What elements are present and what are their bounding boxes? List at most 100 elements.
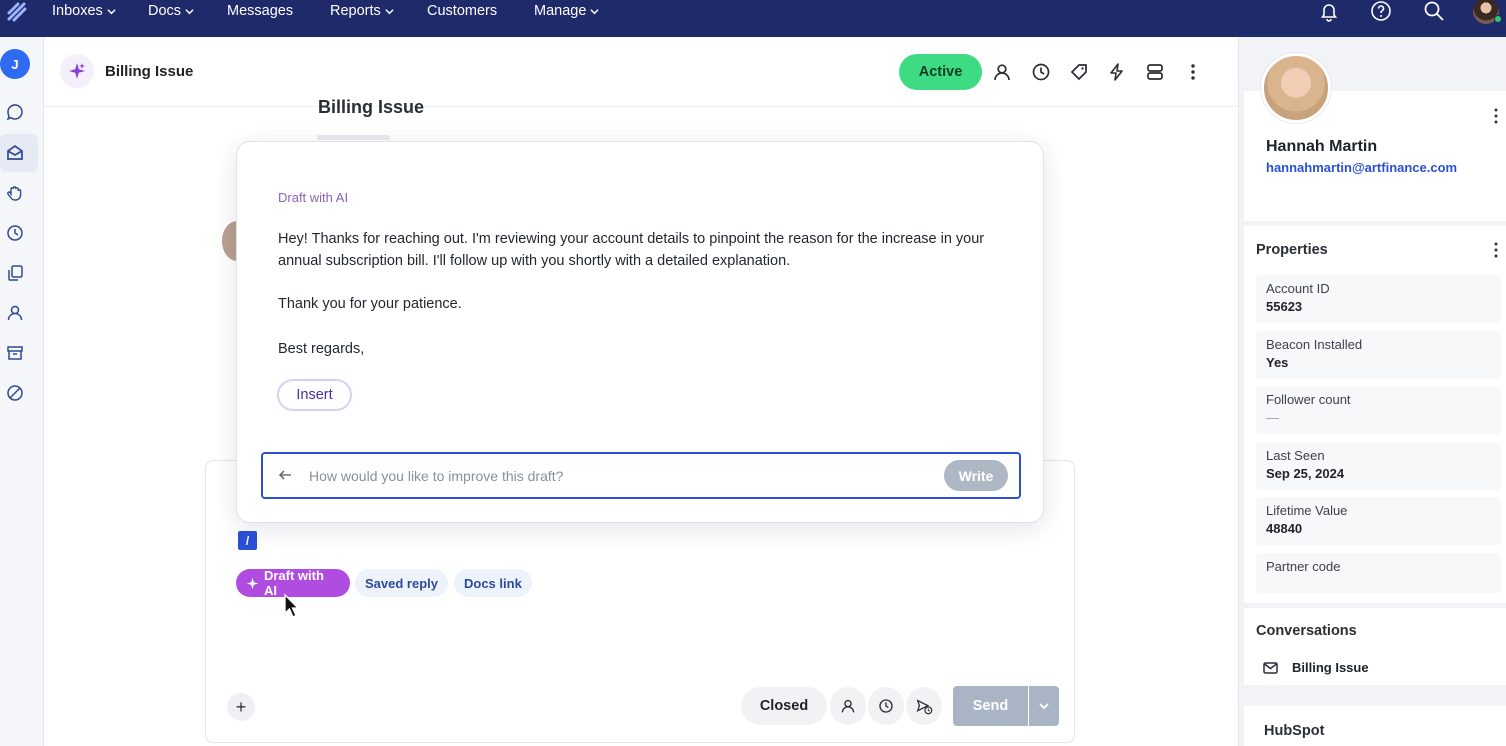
thread-subject: Billing Issue [318, 97, 425, 117]
spam-icon[interactable] [5, 383, 25, 403]
property-beacon-installed[interactable]: Beacon Installed Yes [1256, 331, 1501, 379]
back-arrow-icon[interactable] [277, 467, 293, 483]
docs-icon[interactable] [5, 263, 25, 283]
ai-draft-body: Hey! Thanks for reaching out. I'm review… [278, 231, 985, 269]
chevron-down-icon [1039, 703, 1049, 710]
more-vertical-icon[interactable] [1494, 108, 1498, 124]
property-label: Beacon Installed [1266, 337, 1363, 352]
property-label: Account ID [1266, 281, 1330, 296]
hand-icon[interactable] [5, 183, 25, 203]
slash-command-button[interactable]: / [238, 531, 257, 550]
chevron-down-icon [590, 8, 600, 14]
property-lifetime-value[interactable]: Lifetime Value 48840 [1256, 497, 1501, 545]
clock-icon [879, 699, 893, 713]
conversation-title: Billing Issue [105, 63, 194, 80]
send-later-icon [916, 698, 932, 714]
nav-messages[interactable]: Messages [227, 3, 293, 19]
docs-link-button[interactable]: Docs link [454, 569, 532, 597]
customer-email-link[interactable]: hannahmartin@artfinance.com [1266, 160, 1457, 175]
ai-sparkle-badge [60, 54, 94, 88]
conversation-main: Billing Issue Active Billing Issue / Dra… [44, 37, 1238, 746]
add-attachment-button[interactable]: + [227, 693, 255, 721]
snooze-button[interactable] [868, 687, 904, 725]
conversation-list-item[interactable]: Billing Issue [1263, 660, 1369, 675]
thread-divider [317, 135, 390, 140]
assign-person-icon[interactable] [992, 62, 1012, 82]
nav-docs-label: Docs [148, 3, 182, 19]
snooze-clock-icon[interactable] [1031, 62, 1051, 82]
helpscout-logo-icon[interactable] [6, 1, 28, 23]
schedule-send-button[interactable] [906, 687, 942, 725]
property-value: 55623 [1266, 299, 1303, 314]
improve-draft-input[interactable] [309, 463, 929, 489]
conversations-card: Conversations Billing Issue [1244, 608, 1506, 685]
bell-icon[interactable] [1318, 0, 1340, 22]
property-label: Lifetime Value [1266, 503, 1348, 518]
nav-manage[interactable]: Manage [534, 3, 600, 19]
customer-profile-card: Hannah Martin hannahmartin@artfinance.co… [1244, 53, 1506, 221]
ai-draft-signoff: Best regards, [278, 341, 365, 357]
property-label: Partner code [1266, 559, 1341, 574]
property-partner-code[interactable]: Partner code [1256, 553, 1501, 593]
person-icon [841, 699, 855, 713]
customer-name: Hannah Martin [1266, 138, 1378, 155]
nav-reports[interactable]: Reports [330, 3, 394, 19]
property-last-seen[interactable]: Last Seen Sep 25, 2024 [1256, 442, 1501, 490]
more-vertical-icon[interactable] [1494, 242, 1498, 258]
closed-status-button[interactable]: Closed [741, 687, 827, 725]
property-value: — [1266, 410, 1279, 425]
archive-icon[interactable] [5, 343, 25, 363]
property-follower-count[interactable]: Follower count — [1256, 386, 1501, 434]
conversations-title: Conversations [1256, 623, 1357, 639]
envelope-icon [1263, 661, 1278, 674]
agent-avatar[interactable]: J [0, 49, 30, 79]
conversation-item-label: Billing Issue [1292, 660, 1369, 675]
customer-sidebar: Hannah Martin hannahmartin@artfinance.co… [1238, 37, 1506, 746]
left-rail: J [0, 37, 44, 746]
help-icon[interactable] [1370, 0, 1392, 22]
nav-docs[interactable]: Docs [148, 3, 194, 19]
more-vertical-icon[interactable] [1183, 62, 1203, 82]
nav-inboxes[interactable]: Inboxes [52, 3, 116, 19]
person-icon[interactable] [5, 303, 25, 323]
property-label: Last Seen [1266, 448, 1325, 463]
sparkle-icon [246, 577, 259, 589]
send-options-button[interactable] [1029, 686, 1059, 726]
clock-icon[interactable] [5, 223, 25, 243]
hubspot-card: HubSpot [1244, 706, 1506, 746]
nav-customers[interactable]: Customers [427, 3, 497, 19]
properties-card: Properties Account ID 55623 Beacon Insta… [1244, 226, 1506, 603]
assign-button[interactable] [830, 687, 866, 725]
inbox-icon[interactable] [5, 143, 25, 163]
search-icon[interactable] [1423, 0, 1445, 22]
chevron-down-icon [385, 8, 394, 14]
send-button[interactable]: Send [953, 686, 1028, 726]
workflow-bolt-icon[interactable] [1107, 62, 1127, 82]
mouse-cursor-icon [284, 593, 300, 618]
nav-manage-label: Manage [534, 3, 587, 19]
chat-icon[interactable] [5, 102, 25, 122]
insert-draft-button[interactable]: Insert [277, 379, 352, 411]
property-value: Sep 25, 2024 [1266, 466, 1345, 481]
ai-draft-popover: Draft with AI Hey! Thanks for reaching o… [236, 141, 1044, 523]
saved-reply-button[interactable]: Saved reply [355, 569, 448, 597]
nav-customers-label: Customers [427, 3, 498, 19]
property-label: Follower count [1266, 392, 1351, 407]
property-value: 48840 [1266, 521, 1303, 536]
improve-draft-field[interactable]: Write [261, 452, 1021, 499]
status-active-button[interactable]: Active [899, 54, 982, 90]
online-status-dot [1494, 15, 1502, 23]
nav-inboxes-label: Inboxes [52, 3, 103, 19]
ai-draft-label: Draft with AI [278, 190, 349, 205]
write-button[interactable]: Write [944, 460, 1008, 491]
nav-reports-label: Reports [330, 3, 381, 19]
chevron-down-icon [185, 8, 194, 14]
property-value: Yes [1266, 355, 1289, 370]
top-navigation: Inboxes Docs Messages Reports Customers … [0, 0, 1506, 37]
property-account-id[interactable]: Account ID 55623 [1256, 275, 1501, 323]
tag-icon[interactable] [1069, 62, 1089, 82]
chevron-down-icon [107, 8, 116, 14]
conversation-header: Billing Issue Active [44, 37, 1238, 107]
layout-toggle-icon[interactable] [1145, 62, 1165, 82]
sparkle-icon [69, 63, 85, 79]
